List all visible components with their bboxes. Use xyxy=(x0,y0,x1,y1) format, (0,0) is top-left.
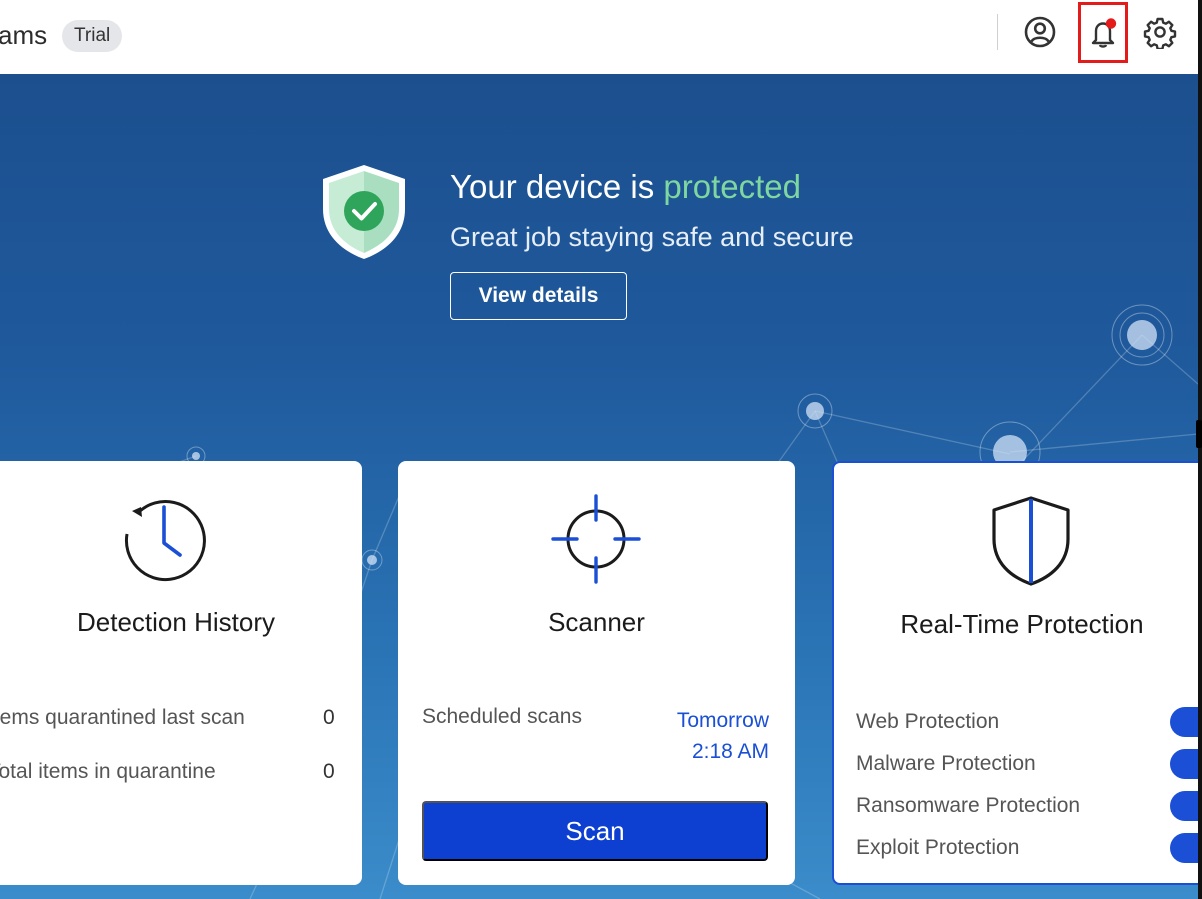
status-subtitle: Great job staying safe and secure xyxy=(450,222,854,252)
window-resize-handle[interactable] xyxy=(1196,420,1202,448)
scanner-crosshair-icon xyxy=(551,494,641,584)
scheduled-scans-label: Scheduled scans xyxy=(422,705,582,728)
ransomware-protection-row: Ransomware Protection xyxy=(856,791,1202,821)
account-icon xyxy=(1024,16,1056,48)
total-items-in-quarantine-label: Total items in quarantine xyxy=(0,760,216,783)
settings-button[interactable] xyxy=(1142,14,1178,50)
items-quarantined-last-scan-value: 0 xyxy=(323,706,335,729)
real-time-protection-card[interactable]: Real-Time Protection Web Protection Malw… xyxy=(832,461,1202,885)
trial-badge: Trial xyxy=(62,20,123,52)
scanner-card[interactable]: Scanner Scheduled scans Tomorrow 2:18 AM… xyxy=(398,461,795,885)
app-name: ams xyxy=(0,20,48,50)
scanner-title: Scanner xyxy=(548,607,645,637)
notification-dot xyxy=(1105,17,1117,29)
malware-protection-row: Malware Protection xyxy=(856,749,1202,779)
notifications-button[interactable] xyxy=(1078,2,1128,63)
detection-history-title: Detection History xyxy=(77,607,275,637)
status-title-prefix: Your device is xyxy=(450,168,664,205)
notification-bell-icon xyxy=(1091,17,1117,48)
history-clock-icon xyxy=(124,500,206,582)
malware-protection-label: Malware Protection xyxy=(856,752,1036,775)
web-protection-label: Web Protection xyxy=(856,710,1000,733)
total-items-in-quarantine-value: 0 xyxy=(323,760,335,783)
protected-shield-icon xyxy=(323,165,405,259)
scheduled-scan-day: Tomorrow xyxy=(676,709,769,732)
status-protected: protected xyxy=(663,168,801,205)
header-divider xyxy=(997,14,998,50)
top-bar: ams Trial xyxy=(0,0,1202,74)
view-details-button[interactable]: View details xyxy=(450,272,627,320)
window-edge xyxy=(1198,0,1202,899)
scheduled-scan-time[interactable]: Tomorrow 2:18 AM xyxy=(677,705,769,767)
scan-button[interactable]: Scan xyxy=(422,801,768,861)
scheduled-scan-clock: 2:18 AM xyxy=(691,740,769,763)
protection-shield-icon xyxy=(992,496,1070,586)
status-title: Your device is protected xyxy=(450,168,801,206)
detection-history-card[interactable]: Detection History Items quarantined last… xyxy=(0,461,362,885)
ransomware-protection-label: Ransomware Protection xyxy=(856,794,1081,817)
exploit-protection-label: Exploit Protection xyxy=(856,836,1020,859)
items-quarantined-last-scan-label: Items quarantined last scan xyxy=(0,706,245,729)
account-button[interactable] xyxy=(1022,14,1058,50)
web-protection-row: Web Protection xyxy=(856,707,1202,737)
settings-gear-icon xyxy=(1143,17,1177,49)
real-time-protection-title: Real-Time Protection xyxy=(900,609,1144,639)
exploit-protection-row: Exploit Protection xyxy=(856,833,1202,863)
